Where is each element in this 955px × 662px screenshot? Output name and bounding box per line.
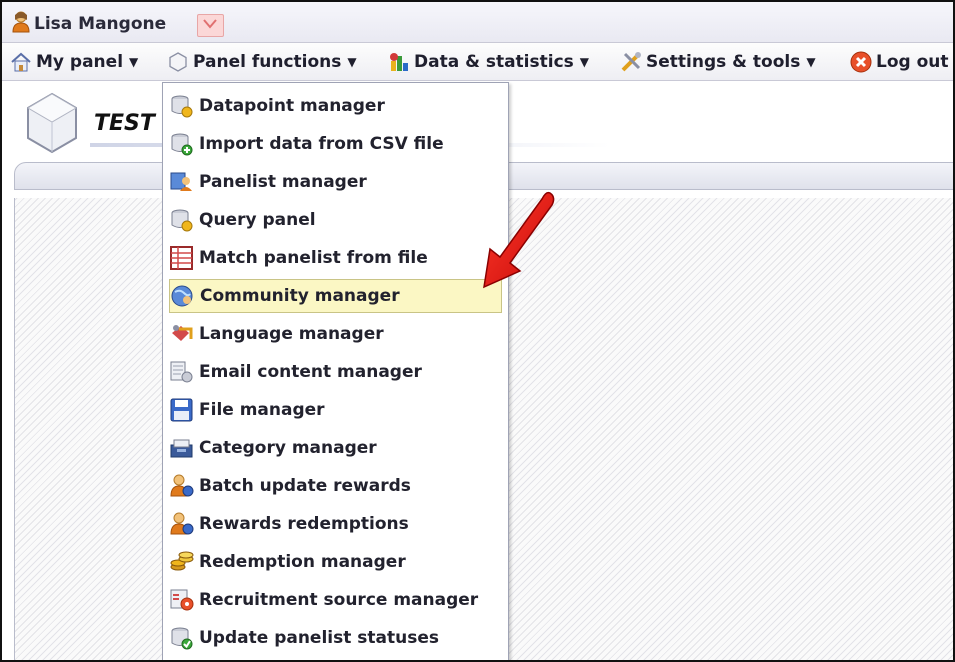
page-title: TEST [94,111,155,136]
logo-cube-icon [24,91,80,159]
main-menu-bar: My panel ▼ Panel functions ▼ Data & stat… [2,43,953,81]
menu-item-panelist-manager[interactable]: Panelist manager [169,165,502,199]
query-icon [169,207,195,233]
menu-settings-tools[interactable]: Settings & tools ▼ [620,43,816,80]
database-icon [169,93,195,119]
menu-my-panel[interactable]: My panel ▼ [10,43,138,80]
menu-item-label: Redemption manager [199,552,406,572]
language-icon [169,321,195,347]
app-window: Lisa Mangone My panel ▼ Panel functions … [0,0,955,662]
menu-item-datapoint-manager[interactable]: Datapoint manager [169,89,502,123]
coins-icon [169,549,195,575]
menu-data-statistics[interactable]: Data & statistics ▼ [388,43,589,80]
menu-item-query-panel[interactable]: Query panel [169,203,502,237]
statistics-icon [388,51,410,73]
user-icon [12,11,30,37]
menu-item-update-panelist-statuses[interactable]: Update panelist statuses [169,621,502,655]
menu-item-community-manager[interactable]: Community manager [169,279,502,313]
menu-item-label: Recruitment source manager [199,590,479,610]
menu-item-label: File manager [199,400,325,420]
menu-item-file-manager[interactable]: File manager [169,393,502,427]
tools-icon [620,51,642,73]
menu-item-recruitment-source-manager[interactable]: Recruitment source manager [169,583,502,617]
menu-item-match-panelist[interactable]: Match panelist from file [169,241,502,275]
red-arrow-icon [483,191,555,289]
menu-item-category-manager[interactable]: Category manager [169,431,502,465]
panel-functions-dropdown: Datapoint manager Import data from CSV f… [162,82,509,660]
menu-item-redemption-manager[interactable]: Redemption manager [169,545,502,579]
menu-item-rewards-redemptions[interactable]: Rewards redemptions [169,507,502,541]
floppy-icon [169,397,195,423]
menu-item-label: Panelist manager [199,172,367,192]
menu-item-label: Import data from CSV file [199,134,444,154]
menu-log-out-label: Log out [876,51,949,72]
menu-item-label: Rewards redemptions [199,514,409,534]
community-icon [170,283,196,309]
menu-item-label: Community manager [200,286,400,306]
menu-item-label: Batch update rewards [199,476,411,496]
user-redeem-icon [169,511,195,537]
menu-item-label: Email content manager [199,362,422,382]
database-import-icon [169,131,195,157]
menu-item-batch-update-rewards[interactable]: Batch update rewards [169,469,502,503]
table-icon [169,245,195,271]
menu-item-label: Language manager [199,324,384,344]
user-reward-icon [169,473,195,499]
cube-icon [167,51,189,73]
chevron-down-icon: ▼ [579,54,590,69]
menu-panel-functions-label: Panel functions [193,51,342,72]
menu-data-statistics-label: Data & statistics [414,51,574,72]
menu-item-import-csv[interactable]: Import data from CSV file [169,127,502,161]
panelist-icon [169,169,195,195]
chevron-down-icon: ▼ [129,54,139,69]
update-status-icon [169,625,195,651]
chevron-down-icon: ▼ [806,54,816,69]
menu-item-email-content-manager[interactable]: Email content manager [169,355,502,389]
menu-item-label: Update panelist statuses [199,628,439,648]
menu-settings-tools-label: Settings & tools [646,51,801,72]
menu-item-label: Category manager [199,438,377,458]
menu-my-panel-label: My panel [36,51,124,72]
user-bar: Lisa Mangone [2,2,953,43]
email-icon [169,359,195,385]
menu-item-label: Datapoint manager [199,96,385,116]
chevron-down-icon: ▼ [347,54,357,69]
menu-item-language-manager[interactable]: Language manager [169,317,502,351]
menu-item-label: Query panel [199,210,316,230]
category-icon [169,435,195,461]
recruitment-icon [169,587,195,613]
logout-icon [850,51,872,73]
menu-log-out[interactable]: Log out [850,43,949,80]
menu-panel-functions[interactable]: Panel functions ▼ [167,43,357,80]
user-dropdown-button[interactable] [197,14,224,37]
home-icon [10,51,32,73]
menu-item-label: Match panelist from file [199,248,428,268]
chevron-down-icon [203,19,217,29]
user-name[interactable]: Lisa Mangone [34,14,166,34]
